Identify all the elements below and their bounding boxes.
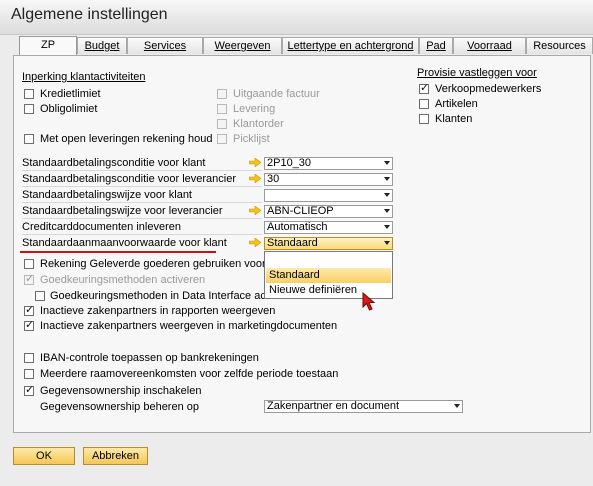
obligo-limit-label: Obligolimiet — [40, 103, 98, 115]
approval-methods-checkbox[interactable]: ✓ — [24, 272, 35, 285]
outgoing-invoice-checkbox[interactable] — [217, 89, 227, 99]
payment-terms-vendor-label: Standaardbetalingsconditie voor leveranc… — [22, 173, 237, 185]
data-ownership-checkbox[interactable]: ✓ — [24, 383, 35, 396]
credit-card-docs-label: Creditcarddocumenten inleveren — [22, 221, 181, 233]
iban-check-checkbox[interactable] — [24, 353, 34, 363]
dunning-terms-select[interactable]: Standaard — [264, 237, 393, 250]
credit-limit-label: Kredietlimiet — [40, 88, 101, 100]
credit-limit-checkbox[interactable] — [24, 89, 34, 99]
payment-method-customer-label: Standaardbetalingswijze voor klant — [22, 189, 192, 201]
checkmark-icon: ✓ — [420, 81, 430, 94]
checkmark-icon: ✓ — [25, 383, 35, 396]
iban-check-label: IBAN-controle toepassen op bankrekeninge… — [40, 352, 259, 364]
tab-services[interactable]: Services — [127, 37, 203, 54]
mouse-cursor-icon — [362, 292, 376, 311]
goods-delivered-account-checkbox[interactable] — [24, 259, 34, 269]
payment-terms-customer-label: Standaardbetalingsconditie voor klant — [22, 157, 206, 169]
window-title: Algemene instellingen — [11, 6, 168, 23]
chevron-down-icon — [454, 404, 460, 408]
sales-employees-checkbox[interactable]: ✓ — [419, 81, 430, 94]
sales-order-checkbox[interactable] — [217, 119, 227, 129]
tab-lettertype[interactable]: Lettertype en achtergrond — [282, 37, 419, 54]
row-divider — [22, 186, 262, 187]
chevron-down-icon — [384, 161, 390, 165]
payment-method-vendor-label: Standaardbetalingswijze voor leverancier — [22, 205, 223, 217]
link-arrow-icon[interactable] — [249, 238, 261, 247]
row-divider — [22, 170, 262, 171]
link-arrow-icon[interactable] — [249, 206, 261, 215]
chevron-down-icon — [384, 193, 390, 197]
tab-weergeven[interactable]: Weergeven — [203, 37, 282, 54]
red-highlight-underline — [20, 251, 216, 253]
sales-order-label: Klantorder — [233, 118, 284, 130]
ownership-manage-select[interactable]: Zakenpartner en document — [264, 400, 463, 413]
title-bar: Algemene instellingen — [0, 0, 593, 35]
inactive-bp-reports-label: Inactieve zakenpartners in rapporten wee… — [40, 305, 276, 317]
chevron-down-icon — [384, 241, 390, 245]
inactive-bp-marketing-checkbox[interactable]: ✓ — [24, 318, 35, 331]
dropdown-option-empty[interactable] — [266, 253, 391, 268]
checkmark-icon: ✓ — [25, 303, 35, 316]
tab-voorraad[interactable]: Voorraad — [453, 37, 526, 54]
sales-employees-label: Verkoopmedewerkers — [435, 83, 542, 95]
credit-card-docs-select[interactable]: Automatisch — [264, 221, 393, 234]
tab-resources[interactable]: Resources — [526, 37, 593, 54]
items-checkbox[interactable] — [419, 99, 429, 109]
dropdown-option-standaard[interactable]: Standaard — [266, 268, 391, 283]
payment-terms-vendor-select[interactable]: 30 — [264, 173, 393, 186]
goods-delivered-account-label: Rekening Geleverde goederen gebruiken vo… — [40, 258, 283, 270]
approval-data-interface-checkbox[interactable] — [35, 291, 45, 301]
multiple-agreements-label: Meerdere raamovereenkomsten voor zelfde … — [40, 368, 339, 380]
inactive-bp-reports-checkbox[interactable]: ✓ — [24, 303, 35, 316]
payment-terms-customer-select[interactable]: 2P10_30 — [264, 157, 393, 170]
chevron-down-icon — [384, 225, 390, 229]
restriction-heading: Inperking klantactiviteiten — [22, 71, 146, 83]
commission-heading: Provisie vastleggen voor — [417, 67, 537, 79]
checkmark-icon: ✓ — [25, 272, 35, 285]
approval-methods-label: Goedkeuringsmethoden activeren — [40, 274, 206, 286]
link-arrow-icon[interactable] — [249, 174, 261, 183]
cancel-button[interactable]: Abbreken — [83, 447, 148, 465]
open-deliveries-checkbox[interactable] — [24, 134, 34, 144]
pick-list-label: Picklijst — [233, 133, 270, 145]
delivery-checkbox[interactable] — [217, 104, 227, 114]
items-label: Artikelen — [435, 98, 478, 110]
row-divider — [22, 202, 262, 203]
open-deliveries-label: Met open leveringen rekening houd — [40, 133, 213, 145]
tab-zp[interactable]: ZP — [19, 36, 77, 55]
checkmark-icon: ✓ — [25, 318, 35, 331]
delivery-label: Levering — [233, 103, 276, 115]
outgoing-invoice-label: Uitgaande factuur — [233, 88, 320, 100]
pick-list-checkbox[interactable] — [217, 134, 227, 144]
tab-budget[interactable]: Budget — [77, 37, 127, 54]
general-settings-window: Algemene instellingen ZP Budget Services… — [0, 0, 593, 486]
payment-method-customer-select[interactable] — [264, 189, 393, 202]
approval-data-interface-label: Goedkeuringsmethoden in Data Interface a… — [50, 290, 299, 302]
dunning-terms-label: Standaardaanmaanvoorwaarde voor klant — [22, 237, 227, 249]
chevron-down-icon — [384, 177, 390, 181]
inactive-bp-marketing-label: Inactieve zakenpartners weergeven in mar… — [40, 320, 338, 332]
chevron-down-icon — [384, 209, 390, 213]
obligo-limit-checkbox[interactable] — [24, 104, 34, 114]
ownership-manage-label: Gegevensownership beheren op — [40, 401, 200, 413]
customers-label: Klanten — [435, 113, 473, 125]
row-divider — [22, 218, 262, 219]
customers-checkbox[interactable] — [419, 114, 429, 124]
row-divider — [22, 234, 262, 235]
tab-pad[interactable]: Pad — [419, 37, 453, 54]
multiple-agreements-checkbox[interactable] — [24, 369, 34, 379]
ok-button[interactable]: OK — [13, 447, 75, 465]
payment-method-vendor-select[interactable]: ABN-CLIEOP — [264, 205, 393, 218]
data-ownership-label: Gegevensownership inschakelen — [40, 385, 202, 397]
link-arrow-icon[interactable] — [249, 158, 261, 167]
